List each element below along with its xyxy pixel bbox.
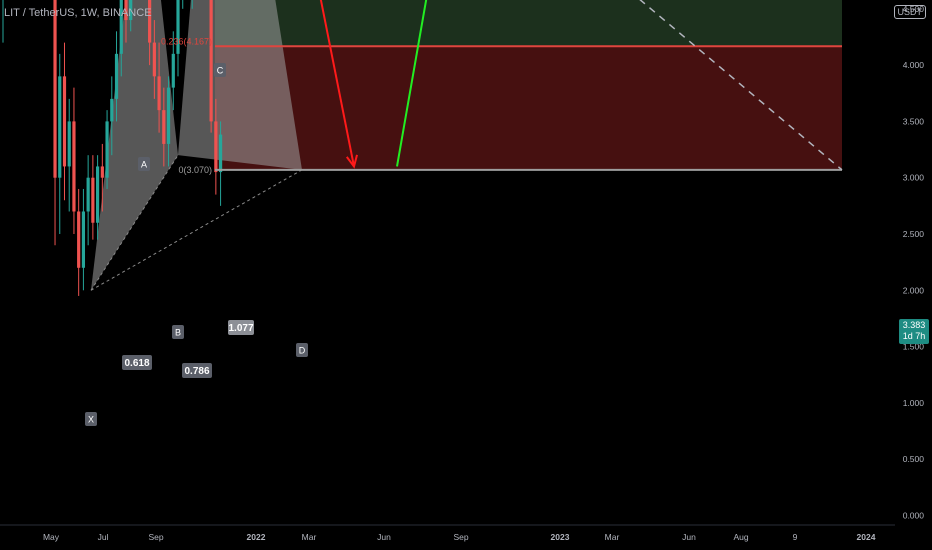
pattern-point-label: A (141, 160, 147, 170)
price-chart-svg[interactable]: 1(7.709)(1.414(6.716)0.618(5.934)0.5(5.3… (0, 0, 932, 550)
chart-area[interactable]: 1(7.709)(1.414(6.716)0.618(5.934)0.5(5.3… (0, 0, 932, 550)
y-axis-tick-label: 0.000 (903, 511, 925, 521)
countdown-value: 1d 7h (902, 331, 926, 341)
candle-body (209, 0, 213, 122)
y-axis-tick-label: 2.500 (903, 229, 925, 239)
candle-body (152, 42, 156, 77)
candle-body (105, 121, 109, 178)
x-axis-tick-label: Jun (377, 532, 391, 542)
candle-body (157, 76, 161, 111)
candle-body (166, 87, 171, 144)
candle-body (218, 134, 223, 173)
y-axis-tick-label: 4.000 (903, 60, 925, 70)
x-axis-tick-label: 2024 (857, 532, 876, 542)
candle-body (67, 121, 71, 167)
y-axis-tick-label: 3.000 (903, 173, 925, 183)
x-axis-tick-label: May (43, 532, 60, 542)
candle-body (96, 166, 100, 223)
current-price-value: 3.383 (902, 320, 926, 330)
candle-body (114, 53, 119, 99)
candle-body (58, 76, 62, 178)
candle-body (171, 53, 175, 88)
x-axis-tick-label: Mar (302, 532, 317, 542)
ratio-badge-label: 0.786 (184, 366, 209, 377)
pattern-point-label: D (299, 346, 306, 356)
candle-body (86, 177, 90, 212)
candle-body (81, 211, 86, 268)
ratio-badge-label: 1.077 (228, 323, 253, 334)
candle-body (77, 211, 81, 268)
x-axis-tick-label: 9 (793, 532, 798, 542)
candle-body (110, 98, 114, 122)
candle-body (100, 166, 104, 178)
x-axis-tick-label: 2022 (247, 532, 266, 542)
x-axis-tick-label: 2023 (551, 532, 570, 542)
candle-body (91, 177, 95, 223)
fib-zone (215, 0, 842, 47)
fib-level-label: 0.236(4.167) (161, 36, 212, 46)
candle-body (162, 110, 166, 144)
candle-body (62, 76, 67, 167)
fib-level-label: 0(3.070) (178, 165, 212, 175)
pattern-point-label: B (175, 328, 181, 338)
y-axis-tick-label: 2.000 (903, 285, 925, 295)
pattern-point-label: X (88, 415, 94, 425)
candle-body (72, 121, 76, 212)
chart-title: LIT / TetherUS, 1W, BINANCE (4, 7, 152, 19)
x-axis-tick-label: Jun (682, 532, 696, 542)
x-axis-tick-label: Jul (98, 532, 109, 542)
y-axis-tick-label: 3.500 (903, 116, 925, 126)
currency-badge[interactable]: USDT (893, 5, 926, 19)
candle-body (214, 121, 218, 173)
x-axis-tick-label: Sep (453, 532, 468, 542)
current-price-badge: 3.383 1d 7h (899, 319, 929, 344)
fib-zone (215, 46, 842, 170)
ratio-badge-label: 0.618 (124, 358, 149, 369)
x-axis-tick-label: Aug (733, 532, 748, 542)
candle-body (53, 0, 57, 178)
x-axis-tick-label: Mar (605, 532, 620, 542)
y-axis-tick-label: 0.500 (903, 454, 925, 464)
x-axis-tick-label: Sep (148, 532, 163, 542)
pattern-point-label: C (217, 66, 224, 76)
y-axis-tick-label: 1.000 (903, 398, 925, 408)
